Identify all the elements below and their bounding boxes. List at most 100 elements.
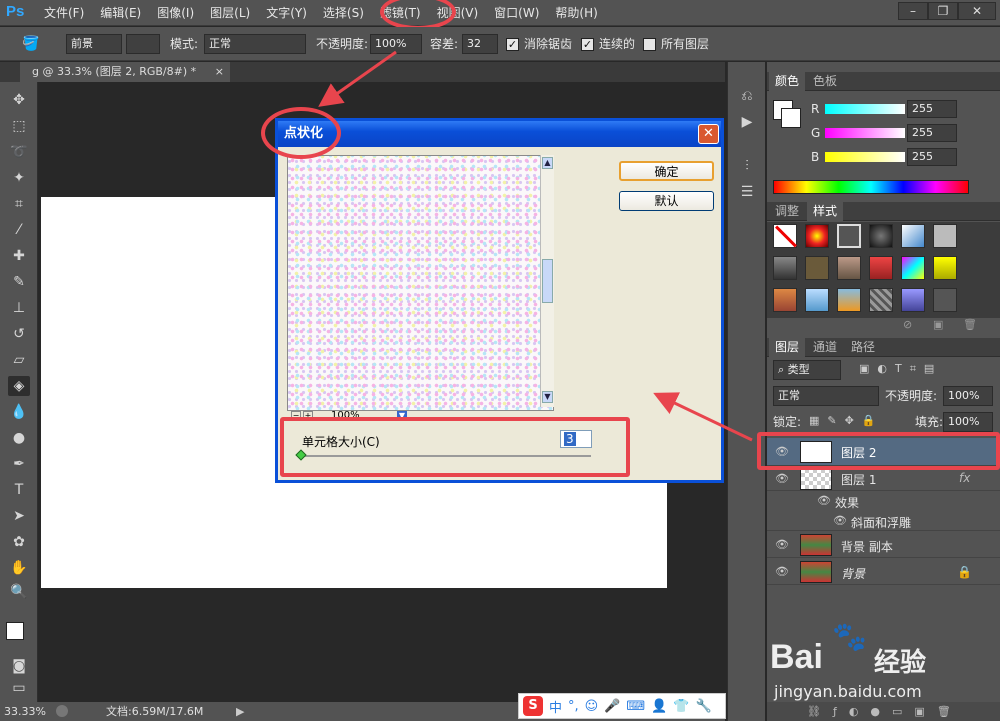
style-swatch[interactable]: [773, 256, 797, 280]
restore-button[interactable]: ❐: [928, 2, 958, 20]
layer-opacity-input[interactable]: 100%: [943, 386, 993, 406]
delete-style-icon[interactable]: 🗑: [963, 318, 977, 331]
visibility-eye-icon[interactable]: 👁: [775, 538, 789, 552]
fill-input[interactable]: 100%: [943, 412, 993, 432]
style-swatch[interactable]: [805, 224, 829, 248]
menu-type[interactable]: 文字(Y): [258, 0, 315, 26]
style-swatch[interactable]: [933, 224, 957, 248]
type-tool-icon[interactable]: T: [8, 480, 30, 500]
bevel-emboss-row[interactable]: 👁 斜面和浮雕: [767, 511, 1000, 531]
dialog-close-button[interactable]: ✕: [698, 124, 719, 144]
pen-tool-icon[interactable]: ✒: [8, 454, 30, 474]
filter-preview[interactable]: [287, 155, 554, 411]
zoom-level[interactable]: 33.33%: [4, 702, 46, 721]
dialog-titlebar[interactable]: 点状化: [278, 121, 721, 147]
menu-file[interactable]: 文件(F): [36, 0, 92, 26]
magic-wand-icon[interactable]: ✦: [8, 168, 30, 188]
layer-filter-select[interactable]: ⌕ 类型: [773, 360, 841, 380]
visibility-eye-icon[interactable]: 👁: [817, 494, 831, 508]
lock-icons[interactable]: ▦✎✥🔒: [809, 414, 884, 427]
history-panel-icon[interactable]: ⎌: [737, 86, 757, 106]
blend-mode-select[interactable]: 正常: [773, 386, 879, 406]
minimize-button[interactable]: –: [898, 2, 928, 20]
eraser-tool-icon[interactable]: ▱: [8, 350, 30, 370]
mode-select[interactable]: 正常: [204, 34, 306, 54]
shape-tool-icon[interactable]: ✿: [8, 532, 30, 552]
foreground-color-swatch[interactable]: [6, 622, 24, 640]
ime-keyboard-icon[interactable]: ⌨: [626, 699, 645, 714]
tab-layers[interactable]: 图层: [769, 338, 806, 357]
new-style-icon[interactable]: ▣: [933, 318, 943, 331]
visibility-eye-icon[interactable]: 👁: [775, 565, 789, 579]
brush-presets-icon[interactable]: ☰: [737, 182, 757, 202]
green-value[interactable]: 255: [907, 124, 957, 142]
scroll-up-icon[interactable]: ▲: [542, 157, 553, 169]
ime-lang[interactable]: 中: [549, 697, 562, 716]
dodge-tool-icon[interactable]: ●: [8, 428, 30, 448]
move-tool-icon[interactable]: ✥: [8, 90, 30, 110]
tab-swatches[interactable]: 色板: [807, 72, 843, 91]
red-slider[interactable]: [825, 104, 905, 114]
menu-layer[interactable]: 图层(L): [202, 0, 258, 26]
style-swatch[interactable]: [933, 288, 957, 312]
tab-paths[interactable]: 路径: [845, 338, 881, 357]
zoom-tool-icon[interactable]: 🔍: [8, 582, 30, 602]
tab-adjustments[interactable]: 调整: [769, 202, 805, 221]
hand-tool-icon[interactable]: ✋: [8, 558, 30, 578]
visibility-eye-icon[interactable]: 👁: [775, 472, 789, 486]
ok-button[interactable]: 确定: [619, 161, 714, 181]
blue-slider[interactable]: [825, 152, 905, 162]
tab-styles[interactable]: 样式: [807, 202, 844, 221]
fx-icon[interactable]: fx: [959, 471, 970, 485]
blue-value[interactable]: 255: [907, 148, 957, 166]
fill-source-select[interactable]: 前景: [66, 34, 122, 54]
color-spectrum[interactable]: [773, 180, 969, 194]
layer-filter-icons[interactable]: ▣◐T⌗▤: [859, 362, 942, 376]
color-bg-swatch[interactable]: [781, 108, 801, 128]
sogou-logo[interactable]: S: [523, 696, 543, 716]
style-none-swatch[interactable]: [773, 224, 797, 248]
eyedropper-icon[interactable]: ⁄: [8, 220, 30, 240]
marquee-tool-icon[interactable]: ⬚: [8, 116, 30, 136]
tolerance-input[interactable]: 32: [462, 34, 498, 54]
style-swatch[interactable]: [869, 288, 893, 312]
ime-emoji-icon[interactable]: ☺: [585, 699, 599, 714]
path-select-icon[interactable]: ➤: [8, 506, 30, 526]
ime-tools-icon[interactable]: 🔧: [696, 699, 712, 714]
style-swatch[interactable]: [901, 256, 925, 280]
visibility-eye-icon[interactable]: 👁: [833, 514, 847, 528]
style-swatch[interactable]: [869, 224, 893, 248]
document-tab[interactable]: g @ 33.3% (图层 2, RGB/8#) * ×: [20, 62, 230, 82]
style-swatch[interactable]: [901, 288, 925, 312]
style-swatch-selected[interactable]: [837, 224, 861, 248]
status-arrow-icon[interactable]: ▶: [236, 702, 244, 721]
paint-bucket-icon[interactable]: 🪣: [20, 34, 42, 54]
paint-bucket-tool-icon[interactable]: ◈: [8, 376, 30, 396]
style-swatch[interactable]: [805, 288, 829, 312]
effects-row[interactable]: 👁 效果: [767, 492, 1000, 510]
menu-edit[interactable]: 编辑(E): [92, 0, 149, 26]
lasso-tool-icon[interactable]: ➰: [8, 142, 30, 162]
layer-row-layer1[interactable]: 👁 图层 1 fx: [767, 467, 1000, 491]
opacity-input[interactable]: 100%: [370, 34, 422, 54]
style-swatch[interactable]: [805, 256, 829, 280]
stamp-tool-icon[interactable]: ⊥: [8, 298, 30, 318]
history-brush-icon[interactable]: ↺: [8, 324, 30, 344]
quick-mask-icon[interactable]: ◙: [8, 656, 30, 676]
screen-mode-icon[interactable]: ▭: [8, 678, 30, 698]
crop-tool-icon[interactable]: ⌗: [8, 194, 30, 214]
style-swatch[interactable]: [869, 256, 893, 280]
tab-channels[interactable]: 通道: [807, 338, 843, 357]
layer-row-background[interactable]: 👁 背景 🔒: [767, 559, 1000, 585]
pattern-picker[interactable]: [126, 34, 160, 54]
green-slider[interactable]: [825, 128, 905, 138]
clear-style-icon[interactable]: ⊘: [903, 318, 912, 331]
brush-panel-icon[interactable]: ⫶: [737, 156, 757, 176]
all-layers-checkbox[interactable]: [643, 38, 656, 51]
ime-skin-icon[interactable]: 👕: [673, 699, 689, 714]
menu-image[interactable]: 图像(I): [149, 0, 202, 26]
style-swatch[interactable]: [837, 256, 861, 280]
layer-row-background-copy[interactable]: 👁 背景 副本: [767, 532, 1000, 558]
default-button[interactable]: 默认: [619, 191, 714, 211]
tab-color[interactable]: 颜色: [769, 72, 806, 91]
